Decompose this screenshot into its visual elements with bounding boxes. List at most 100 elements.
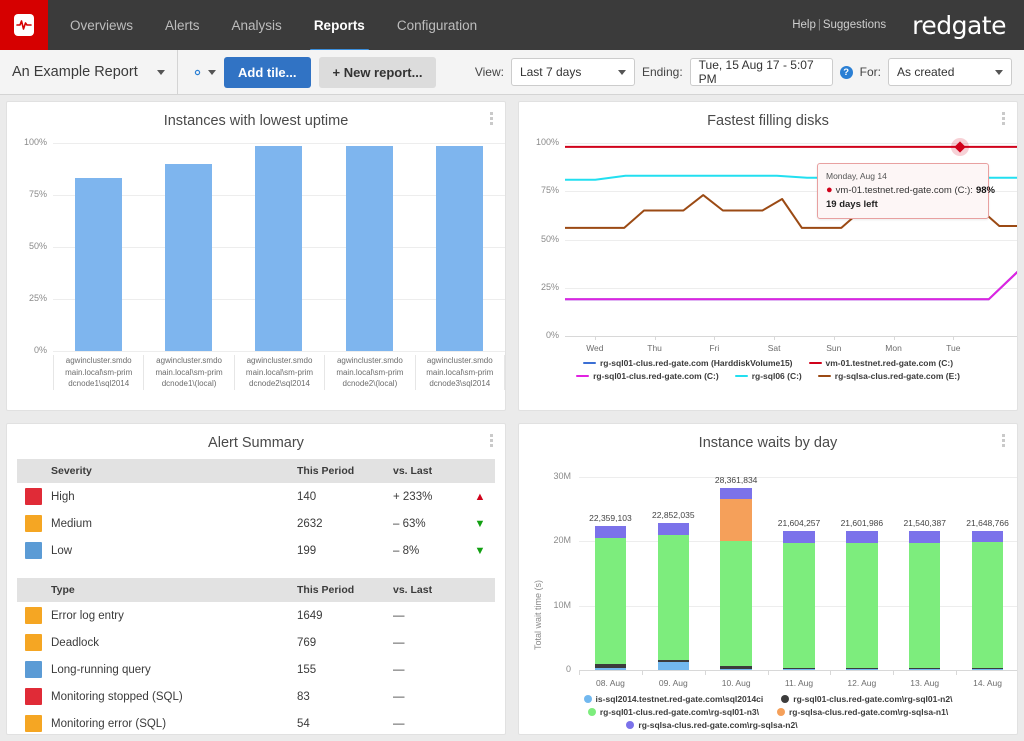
legend-dot-swatch — [588, 708, 596, 716]
x-axis-category-line: agwincluster.smdo — [325, 355, 414, 367]
tooltip-series-dot-icon: ● — [826, 184, 833, 196]
tooltip-date: Monday, Aug 14 — [826, 169, 980, 183]
type-label: Long-running query — [43, 656, 289, 683]
report-toolbar: An Example Report Add tile... + New repo… — [0, 50, 1024, 95]
tooltip-series-value: 98% — [976, 185, 995, 196]
x-axis-category-line: main.local\sm-prim — [144, 367, 233, 379]
severity-swatch-cell — [17, 510, 43, 537]
legend-item[interactable]: rg-sql01-clus.red-gate.com\rg-sql01-n3\ — [588, 707, 759, 717]
report-selector-dropdown[interactable]: An Example Report — [0, 50, 178, 94]
legend-dot-swatch — [626, 721, 634, 729]
severity-color-swatch — [25, 515, 42, 532]
x-axis-category: 09. Aug — [643, 678, 703, 688]
y-axis-tick: 0 — [533, 664, 571, 674]
tile-menu-icon[interactable] — [485, 109, 497, 127]
stacked-segment — [972, 531, 1003, 543]
x-axis-tick-mark — [642, 670, 643, 675]
table-row: Monitoring stopped (SQL)83— — [17, 683, 495, 710]
for-select[interactable]: As created — [888, 58, 1012, 86]
trend-down-icon: ▼ — [475, 545, 486, 557]
stacked-segment — [658, 523, 689, 535]
y-axis-title: Total wait time (s) — [533, 580, 543, 650]
severity-label: Low — [43, 537, 289, 564]
nav-item-overviews[interactable]: Overviews — [54, 0, 149, 50]
trend-up-icon: ▲ — [475, 491, 486, 503]
severity-this-period: 140 — [289, 483, 385, 510]
legend-item[interactable]: rg-sql06 (C:) — [735, 371, 802, 381]
x-axis-category-line: dcnode2\sql2014 — [235, 378, 324, 390]
new-report-button[interactable]: + New report... — [319, 57, 437, 88]
col-trend — [465, 578, 495, 602]
col-vs-last: vs. Last — [385, 459, 465, 483]
chevron-down-icon — [618, 70, 626, 75]
legend-item[interactable]: rg-sqlsa-clus.red-gate.com\rg-sqlsa-n1\ — [777, 707, 948, 717]
table-row: Long-running query155— — [17, 656, 495, 683]
waits-legend: is-sql2014.testnet.red-gate.com\sql2014c… — [519, 694, 1017, 733]
x-axis-category-line: agwincluster.smdo — [416, 355, 504, 367]
x-axis-tick: Tue — [933, 343, 973, 353]
legend-item[interactable]: rg-sql01-clus.red-gate.com (C:) — [576, 371, 719, 381]
type-color-swatch — [25, 688, 42, 705]
x-axis-tick: Fri — [694, 343, 734, 353]
nav-item-configuration[interactable]: Configuration — [381, 0, 493, 50]
bar-total-label: 21,648,766 — [950, 518, 1018, 528]
type-trend-cell — [465, 683, 495, 710]
nav-right-group: Help|Suggestions redgate — [792, 0, 1024, 50]
add-tile-button[interactable]: Add tile... — [224, 57, 311, 88]
legend-item[interactable]: rg-sqlsa-clus.red-gate.com (E:) — [818, 371, 960, 381]
tile-instance-waits-by-day: Instance waits by day 30M20M10M0Total wa… — [518, 423, 1018, 735]
legend-line-swatch — [576, 375, 589, 378]
chevron-down-icon — [157, 70, 165, 75]
legend-item[interactable]: rg-sqlsa-clus.red-gate.com\rg-sqlsa-n2\ — [626, 720, 797, 730]
legend-item[interactable]: rg-sql01-clus.red-gate.com\rg-sql01-n2\ — [781, 694, 952, 704]
type-trend-cell — [465, 602, 495, 629]
table-row: Medium2632– 63%▼ — [17, 510, 495, 537]
x-axis-category: 12. Aug — [832, 678, 892, 688]
severity-vs-last: + 233% — [385, 483, 465, 510]
view-label: View: — [475, 65, 504, 79]
x-axis-tick-mark — [956, 670, 957, 675]
ending-datetime-input[interactable]: Tue, 15 Aug 17 - 5:07 PM — [690, 58, 833, 86]
legend-row: rg-sql01-clus.red-gate.com (HarddiskVolu… — [519, 358, 1017, 368]
type-vs-last: — — [385, 656, 465, 683]
x-axis-tick-mark — [714, 336, 715, 340]
stacked-segment — [720, 499, 751, 541]
col-type: Type — [43, 578, 289, 602]
col-this-period: This Period — [289, 578, 385, 602]
table-row: High140+ 233%▲ — [17, 483, 495, 510]
tile-menu-icon[interactable] — [997, 109, 1009, 127]
legend-item[interactable]: rg-sql01-clus.red-gate.com (HarddiskVolu… — [583, 358, 793, 368]
legend-line-swatch — [583, 362, 596, 365]
col-trend — [465, 459, 495, 483]
x-axis-tick-mark — [705, 670, 706, 675]
tile-menu-icon[interactable] — [485, 431, 497, 449]
nav-item-reports[interactable]: Reports — [298, 0, 381, 50]
nav-item-alerts[interactable]: Alerts — [149, 0, 216, 50]
waits-stacked-bar-chart: 30M20M10M0Total wait time (s)22,359,1032… — [519, 455, 1017, 732]
tile-menu-icon[interactable] — [997, 431, 1009, 449]
x-axis-category-line: main.local\sm-prim — [325, 367, 414, 379]
x-axis-line — [565, 336, 1018, 337]
table-row: Low199– 8%▼ — [17, 537, 495, 564]
alert-summary-tables: Severity This Period vs. Last High140+ 2… — [7, 455, 505, 735]
help-icon[interactable]: ? — [840, 66, 853, 79]
legend-item[interactable]: is-sql2014.testnet.red-gate.com\sql2014c… — [584, 694, 764, 704]
legend-item[interactable]: vm-01.testnet.red-gate.com (C:) — [809, 358, 954, 368]
bar-total-label: 22,852,035 — [636, 510, 711, 520]
tile-title: Instance waits by day — [519, 424, 1017, 455]
bar-uptime — [165, 164, 212, 351]
toolbar-actions: Add tile... + New report... — [178, 57, 436, 88]
nav-item-analysis[interactable]: Analysis — [216, 0, 298, 50]
help-link[interactable]: Help — [792, 19, 816, 31]
type-swatch-cell — [17, 602, 43, 629]
suggestions-link[interactable]: Suggestions — [823, 19, 886, 31]
tile-alert-summary: Alert Summary Severity This Period vs. L… — [6, 423, 506, 735]
tile-instances-lowest-uptime: Instances with lowest uptime 100%75%50%2… — [6, 101, 506, 411]
x-axis-category-line: main.local\sm-prim — [416, 367, 504, 379]
view-range-select[interactable]: Last 7 days — [511, 58, 635, 86]
legend-line-swatch — [735, 375, 748, 378]
app-logo[interactable] — [0, 0, 48, 50]
report-tile-grid: Instances with lowest uptime 100%75%50%2… — [0, 95, 1024, 741]
report-settings-menu[interactable] — [190, 65, 216, 80]
type-label: Monitoring stopped (SQL) — [43, 683, 289, 710]
